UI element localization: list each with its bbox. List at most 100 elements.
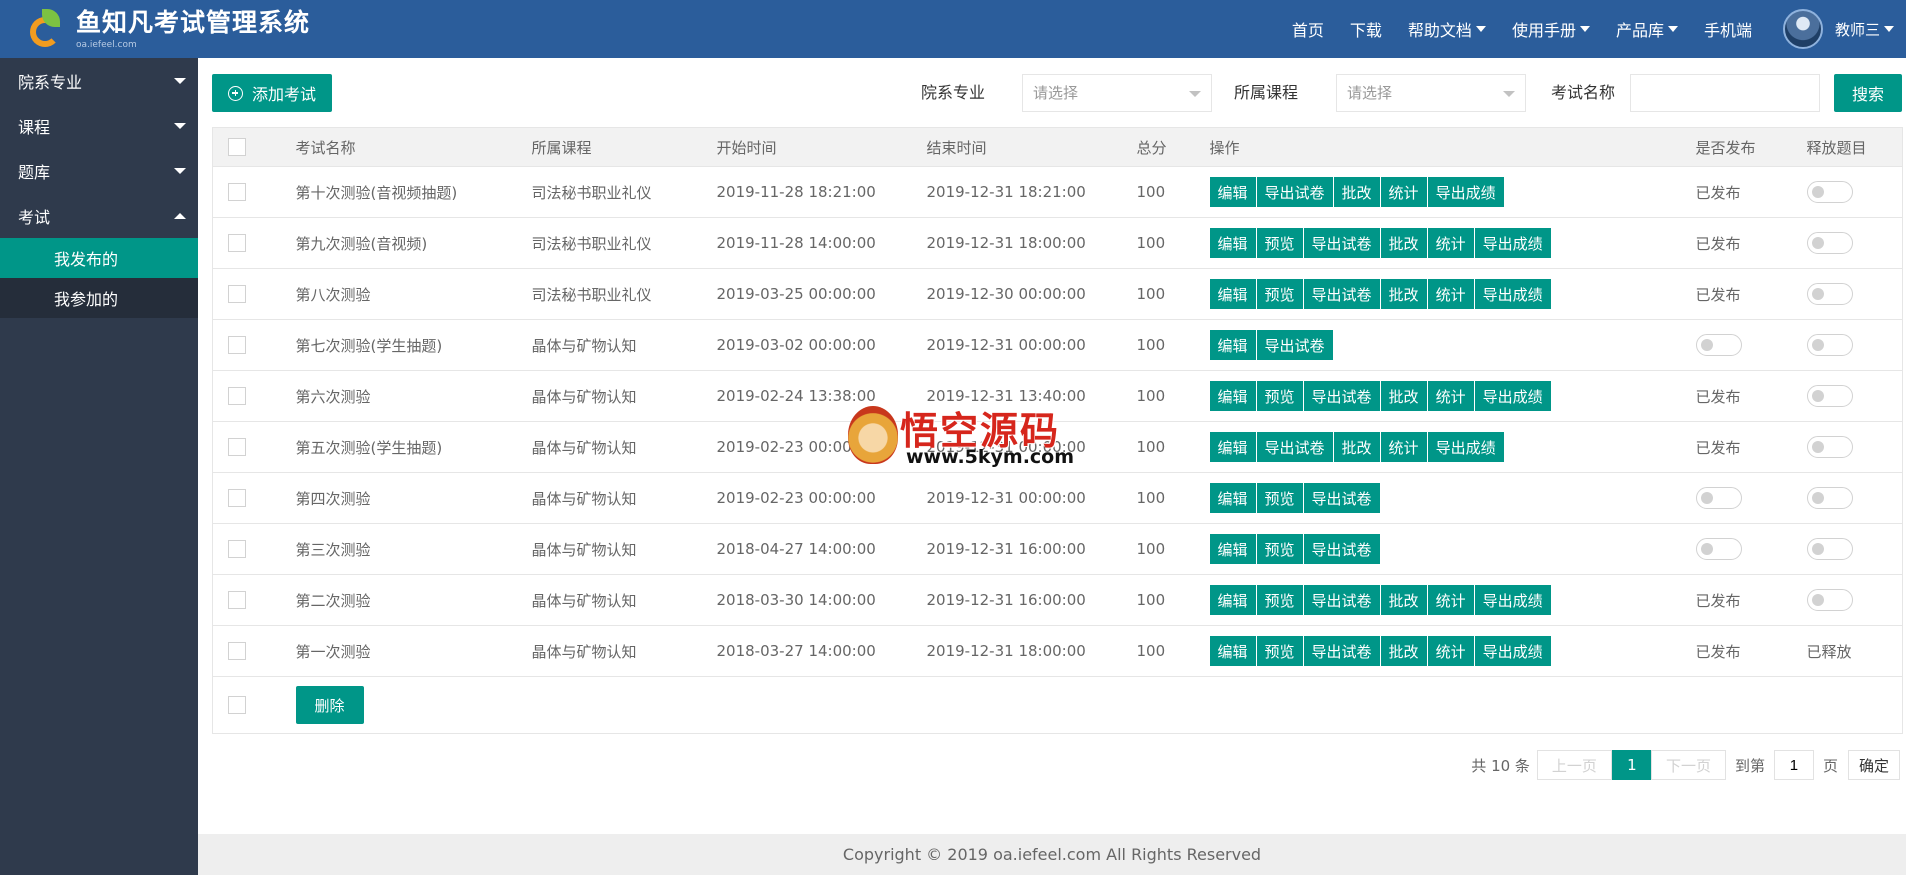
action-button[interactable]: 批改	[1380, 381, 1428, 411]
action-button[interactable]: 导出试卷	[1303, 279, 1381, 309]
action-button[interactable]: 统计	[1380, 177, 1428, 207]
cell-score: 100	[1136, 472, 1210, 524]
next-page-button[interactable]: 下一页	[1650, 750, 1726, 780]
action-button[interactable]: 导出试卷	[1303, 483, 1380, 513]
action-button[interactable]: 编辑	[1209, 381, 1257, 411]
footer-select-checkbox[interactable]	[228, 696, 246, 715]
action-button[interactable]: 导出试卷	[1303, 228, 1381, 258]
col-header-end: 结束时间	[926, 127, 1137, 167]
row-checkbox[interactable]	[228, 285, 246, 304]
action-button[interactable]: 编辑	[1209, 279, 1257, 309]
action-button[interactable]: 预览	[1256, 585, 1304, 615]
nav-item-0[interactable]: 首页	[1292, 17, 1324, 41]
action-button[interactable]: 导出成绩	[1474, 279, 1551, 309]
release-toggle[interactable]	[1806, 283, 1853, 305]
row-checkbox[interactable]	[228, 642, 246, 661]
action-button[interactable]: 编辑	[1209, 483, 1257, 513]
select-all-checkbox[interactable]	[228, 138, 246, 157]
action-button[interactable]: 编辑	[1209, 177, 1257, 207]
nav-item-3[interactable]: 使用手册	[1512, 17, 1590, 41]
sidebar-group-2[interactable]: 题库	[0, 148, 198, 193]
search-button[interactable]: 搜索	[1834, 74, 1902, 112]
nav-item-5[interactable]: 手机端	[1704, 17, 1752, 41]
action-button[interactable]: 批改	[1380, 279, 1428, 309]
sidebar-group-1[interactable]: 课程	[0, 103, 198, 148]
sidebar-subitem-0[interactable]: 我发布的	[0, 238, 198, 278]
release-toggle[interactable]	[1806, 181, 1853, 203]
action-button[interactable]: 导出试卷	[1303, 585, 1381, 615]
publish-toggle[interactable]	[1695, 538, 1742, 560]
action-button[interactable]: 导出成绩	[1427, 432, 1504, 462]
action-button[interactable]: 批改	[1333, 177, 1381, 207]
app-logo[interactable]: 鱼知凡考试管理系统 oa.iefeel.com	[26, 6, 310, 52]
nav-item-1[interactable]: 下载	[1350, 17, 1382, 41]
release-toggle[interactable]	[1806, 487, 1853, 509]
action-button[interactable]: 统计	[1380, 432, 1428, 462]
add-exam-button[interactable]: 添加考试	[212, 74, 333, 112]
release-toggle[interactable]	[1806, 334, 1853, 356]
release-toggle[interactable]	[1806, 436, 1853, 458]
goto-confirm-button[interactable]: 确定	[1847, 750, 1900, 780]
publish-toggle[interactable]	[1695, 334, 1742, 356]
action-button[interactable]: 编辑	[1209, 585, 1257, 615]
release-toggle[interactable]	[1806, 385, 1853, 407]
prev-page-button[interactable]: 上一页	[1536, 750, 1612, 780]
action-button[interactable]: 导出成绩	[1474, 381, 1551, 411]
action-button[interactable]: 批改	[1380, 585, 1428, 615]
row-checkbox[interactable]	[228, 591, 246, 610]
sidebar-group-3[interactable]: 考试	[0, 193, 198, 238]
row-checkbox[interactable]	[228, 540, 246, 559]
action-button[interactable]: 编辑	[1209, 534, 1257, 564]
delete-button[interactable]: 删除	[295, 686, 364, 724]
row-checkbox[interactable]	[228, 438, 246, 457]
action-button[interactable]: 导出试卷	[1256, 177, 1334, 207]
action-button[interactable]: 导出成绩	[1427, 177, 1504, 207]
current-page-button[interactable]: 1	[1611, 750, 1652, 780]
row-checkbox[interactable]	[228, 336, 246, 355]
action-button[interactable]: 导出试卷	[1256, 330, 1333, 360]
nav-item-4[interactable]: 产品库	[1616, 17, 1678, 41]
nav-item-2[interactable]: 帮助文档	[1408, 17, 1486, 41]
action-button[interactable]: 导出试卷	[1256, 432, 1334, 462]
row-checkbox[interactable]	[228, 489, 246, 508]
goto-page-input[interactable]	[1773, 750, 1814, 780]
action-button[interactable]: 导出试卷	[1303, 381, 1381, 411]
sidebar-group-0[interactable]: 院系专业	[0, 58, 198, 103]
caret-down-icon	[1475, 26, 1486, 32]
action-button[interactable]: 编辑	[1209, 330, 1257, 360]
action-button[interactable]: 预览	[1256, 228, 1304, 258]
action-button[interactable]: 编辑	[1209, 636, 1257, 666]
publish-toggle[interactable]	[1695, 487, 1742, 509]
action-button[interactable]: 统计	[1427, 585, 1475, 615]
action-button[interactable]: 预览	[1256, 279, 1304, 309]
user-menu[interactable]: 教师三	[1782, 9, 1894, 49]
action-button[interactable]: 导出成绩	[1474, 636, 1551, 666]
action-button[interactable]: 统计	[1427, 636, 1475, 666]
release-toggle[interactable]	[1806, 538, 1853, 560]
action-button[interactable]: 批改	[1380, 636, 1428, 666]
row-checkbox[interactable]	[228, 183, 246, 202]
row-checkbox[interactable]	[228, 387, 246, 406]
exam-name-input[interactable]	[1630, 74, 1820, 112]
action-button[interactable]: 导出试卷	[1303, 534, 1380, 564]
action-button[interactable]: 批改	[1333, 432, 1381, 462]
sidebar-subitem-1[interactable]: 我参加的	[0, 278, 198, 318]
release-toggle[interactable]	[1806, 589, 1853, 611]
course-select[interactable]: 请选择	[1336, 74, 1526, 112]
action-button[interactable]: 预览	[1256, 534, 1304, 564]
action-button[interactable]: 编辑	[1209, 228, 1257, 258]
action-button[interactable]: 预览	[1256, 381, 1304, 411]
action-button[interactable]: 批改	[1380, 228, 1428, 258]
action-button[interactable]: 预览	[1256, 636, 1304, 666]
action-button[interactable]: 导出成绩	[1474, 585, 1551, 615]
action-button[interactable]: 导出试卷	[1303, 636, 1381, 666]
action-button[interactable]: 导出成绩	[1474, 228, 1551, 258]
row-checkbox[interactable]	[228, 234, 246, 253]
action-button[interactable]: 统计	[1427, 279, 1475, 309]
dept-select[interactable]: 请选择	[1022, 74, 1212, 112]
action-button[interactable]: 编辑	[1209, 432, 1257, 462]
action-button[interactable]: 统计	[1427, 228, 1475, 258]
release-toggle[interactable]	[1806, 232, 1853, 254]
action-button[interactable]: 统计	[1427, 381, 1475, 411]
action-button[interactable]: 预览	[1256, 483, 1304, 513]
